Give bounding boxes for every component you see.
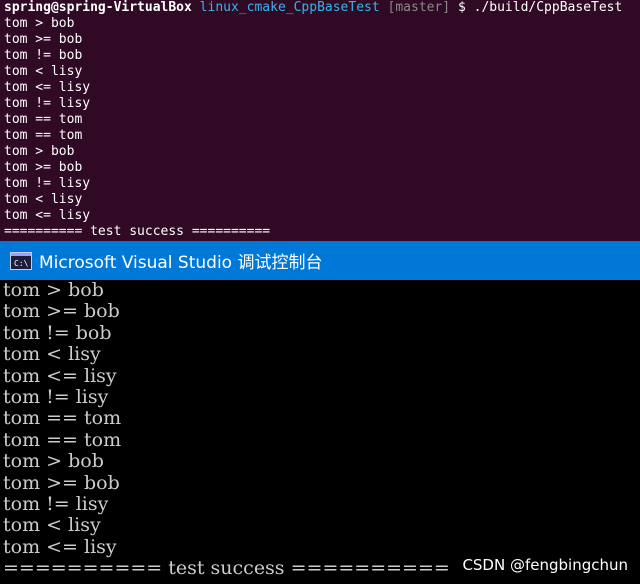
console-output-line: tom >= bob	[3, 300, 120, 323]
terminal-output-line: tom == tom	[4, 112, 83, 127]
prompt-path: linux_cmake_CppBaseTest	[199, 0, 380, 15]
terminal-output-line: tom <= lisy	[4, 208, 91, 223]
console-output-line: tom == tom	[3, 407, 122, 430]
terminal-output-line: tom >= bob	[4, 32, 83, 47]
terminal-output-line: ========== test success ==========	[4, 224, 271, 239]
console-output-line: tom != lisy	[3, 385, 109, 408]
terminal-output-line: tom != lisy	[4, 96, 91, 111]
svg-text:C:\: C:\	[14, 259, 29, 268]
console-output-line: tom != bob	[3, 321, 112, 344]
console-output-line: tom > bob	[3, 280, 104, 301]
console-output-line: tom <= lisy	[3, 364, 117, 387]
console-output-line: tom != lisy	[3, 492, 109, 515]
terminal-output-line: tom < lisy	[4, 192, 83, 207]
console-output-line: tom == tom	[3, 428, 122, 451]
terminal-prompt-line: spring@spring-VirtualBox linux_cmake_Cpp…	[0, 0, 640, 16]
prompt-command: $ ./build/CppBaseTest	[457, 0, 623, 15]
console-output-line: tom < lisy	[3, 343, 101, 366]
terminal-output-line: tom != lisy	[4, 176, 91, 191]
console-output-line: tom < lisy	[3, 514, 101, 537]
ubuntu-terminal[interactable]: spring@spring-VirtualBox linux_cmake_Cpp…	[0, 0, 640, 241]
console-output-line: tom >= bob	[3, 471, 120, 494]
terminal-output-line: tom != bob	[4, 48, 83, 63]
terminal-output-line: tom <= lisy	[4, 80, 91, 95]
terminal-output-line: tom >= bob	[4, 160, 83, 175]
vs-console-title: Microsoft Visual Studio 调试控制台	[39, 253, 323, 273]
vs-console-output[interactable]: tom > bob tom >= bob tom != bob tom < li…	[0, 280, 640, 584]
prompt-user-host: spring@spring-VirtualBox	[4, 0, 192, 15]
console-icon: C:\	[10, 251, 32, 270]
terminal-output-line: tom > bob	[4, 16, 75, 31]
console-output-line: tom > bob	[3, 450, 104, 473]
terminal-output-line: tom == tom	[4, 128, 83, 143]
terminal-output-line: tom > bob	[4, 144, 75, 159]
csdn-watermark: CSDN @fengbingchun	[462, 555, 628, 574]
vs-console-title-bar[interactable]: C:\ Microsoft Visual Studio 调试控制台	[0, 241, 640, 280]
terminal-output-line: tom < lisy	[4, 64, 83, 79]
prompt-branch: [master]	[387, 0, 451, 15]
